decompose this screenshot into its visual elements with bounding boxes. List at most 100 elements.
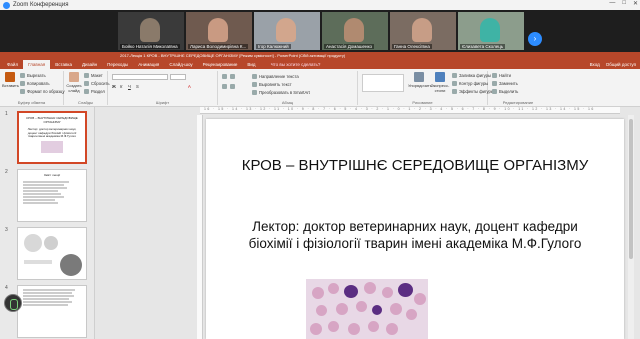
select-button[interactable]: Выделить	[492, 89, 518, 94]
next-page-arrow-icon[interactable]: ›	[528, 32, 542, 46]
tab-transitions[interactable]: Переходы	[102, 60, 133, 69]
section-icon	[84, 89, 89, 94]
italic-button[interactable]: К	[120, 84, 122, 89]
vertical-scrollbar[interactable]	[628, 115, 634, 339]
slide-thumbnail-3[interactable]	[17, 227, 87, 280]
zoom-logo-icon	[3, 1, 10, 9]
paste-button[interactable]: Вставить	[2, 72, 19, 90]
text-direction-icon	[252, 74, 257, 79]
participant-tile[interactable]: Ігор Калюжний	[254, 12, 320, 50]
reset-icon	[84, 81, 89, 86]
bold-button[interactable]: Ж	[112, 84, 116, 89]
zoom-floating-annotation-icon[interactable]	[4, 294, 22, 312]
slide-canvas[interactable]: КРОВ – ВНУТРІШНЄ СЕРЕДОВИЩЕ ОРГАНІЗМУ Ле…	[206, 119, 624, 339]
cut-button[interactable]: Вырезать	[20, 73, 46, 78]
font-size-select[interactable]	[170, 74, 186, 80]
numbering-icon	[230, 74, 235, 79]
align-center-button[interactable]	[230, 84, 235, 89]
slide-subtitle[interactable]: Лектор: доктор ветеринарних наук, доцент…	[246, 219, 584, 252]
copy-button[interactable]: Копировать	[20, 81, 50, 86]
tab-design[interactable]: Дизайн	[77, 60, 102, 69]
new-slide-button[interactable]: Создать слайд	[66, 72, 82, 93]
vertical-ruler	[197, 115, 203, 339]
tab-home[interactable]: Главная	[23, 60, 51, 69]
drawing-group: Упорядочить Экспресс-стили Заливка фигур…	[358, 71, 494, 105]
tab-slideshow[interactable]: Слайд-шоу	[164, 60, 197, 69]
shapes-gallery[interactable]	[362, 74, 404, 92]
tab-review[interactable]: Рецензирование	[198, 60, 243, 69]
shadow-button[interactable]: S	[136, 84, 139, 89]
participant-video	[276, 18, 296, 42]
replace-button[interactable]: Заменить	[492, 81, 518, 86]
slide-thumbnail-2[interactable]: Зміст лекції	[17, 169, 87, 222]
group-label: Редактирование	[502, 100, 534, 105]
align-text-button[interactable]: Выровнять текст	[252, 82, 292, 87]
text-direction-button[interactable]: Направление текста	[252, 74, 299, 79]
shape-fill-button[interactable]: Заливка фигуры	[452, 73, 491, 78]
ppt-titlebar: 2017-Лекція 1 КРОВ - ВНУТРІШНЄ СЕРЕДОВИЩ…	[0, 52, 640, 60]
tab-file[interactable]: Файл	[2, 60, 23, 69]
underline-button[interactable]: Ч	[128, 84, 131, 89]
sign-in-link[interactable]: Вход	[590, 62, 600, 67]
participant-gallery: Бойко Наталія Миколаївна Лариса Володими…	[0, 10, 640, 52]
find-button[interactable]: Найти	[492, 73, 511, 78]
participant-name: Ігор Калюжний	[256, 44, 291, 49]
group-label: Буфер обмена	[17, 100, 46, 105]
minimize-icon[interactable]: —	[609, 0, 615, 7]
participant-tile[interactable]: Лариса Володимирівна К...	[186, 12, 252, 50]
blood-smear-image[interactable]	[306, 279, 428, 339]
bullets-button[interactable]	[222, 74, 227, 79]
participant-tile[interactable]: Єлизавета Сколець	[458, 12, 524, 50]
slide-thumbnail-1[interactable]: КРОВ – ВНУТРІШНЄ СЕРЕДОВИЩЕ ОРГАНІЗМУ Ле…	[17, 111, 87, 164]
thumbnail-subtitle: Лектор: доктор ветеринарних наук, доцент…	[27, 127, 77, 138]
layout-button[interactable]: Макет	[84, 73, 103, 78]
shape-outline-button[interactable]: Контур фигуры	[452, 81, 488, 86]
slide-thumbnail-4[interactable]	[17, 285, 87, 338]
participant-name: Єлизавета Сколець	[460, 44, 506, 49]
scrollbar-thumb[interactable]	[629, 119, 633, 259]
arrange-button[interactable]: Упорядочить	[408, 72, 432, 90]
font-color-button[interactable]: A	[188, 84, 191, 89]
participant-tile[interactable]: Бойко Наталія Миколаївна	[118, 12, 184, 50]
tab-insert[interactable]: Вставка	[50, 60, 77, 69]
paste-icon	[5, 72, 15, 82]
ribbon-tabs: Файл Главная Вставка Дизайн Переходы Ани…	[0, 60, 640, 69]
close-icon[interactable]: ✕	[633, 0, 638, 7]
font-family-select[interactable]	[112, 74, 168, 80]
thumbnail-title: КРОВ – ВНУТРІШНЄ СЕРЕДОВИЩЕ ОРГАНІЗМУ	[26, 116, 78, 124]
format-painter-button[interactable]: Формат по образцу	[20, 89, 65, 94]
group-label: Рисование	[412, 100, 433, 105]
reset-button[interactable]: Сбросить	[84, 81, 110, 86]
maximize-icon[interactable]: □	[622, 0, 626, 7]
slide-title[interactable]: КРОВ – ВНУТРІШНЄ СЕРЕДОВИЩЕ ОРГАНІЗМУ	[216, 157, 614, 175]
paragraph-group: Направление текста Выровнять текст Преоб…	[218, 71, 358, 105]
window-controls: — □ ✕	[609, 0, 638, 7]
participant-tile[interactable]: Анастасія Домашенко	[322, 12, 388, 50]
participant-tile[interactable]: Ганна Олексіївна	[390, 12, 456, 50]
brush-icon	[20, 89, 25, 94]
thumbnail-number: 4	[5, 285, 8, 291]
thumbnail-image	[24, 234, 42, 252]
bullets-icon	[222, 74, 227, 79]
tab-animations[interactable]: Анимация	[133, 60, 164, 69]
tab-view[interactable]: Вид	[242, 60, 260, 69]
thumbnail-image	[41, 140, 63, 153]
smartart-icon	[252, 90, 257, 95]
smartart-button[interactable]: Преобразовать в SmartArt	[252, 90, 310, 95]
align-left-icon	[222, 84, 227, 89]
quick-styles-button[interactable]: Экспресс-стили	[430, 72, 450, 93]
numbering-button[interactable]	[230, 74, 235, 79]
tell-me-search[interactable]: Что вы хотите сделать?	[271, 62, 321, 67]
group-label: Слайды	[78, 100, 93, 105]
scissors-icon	[20, 73, 25, 78]
section-button[interactable]: Раздел	[84, 89, 105, 94]
thumbnail-bullets	[18, 178, 86, 207]
thumbnail-text	[18, 286, 86, 309]
participant-video	[140, 18, 160, 42]
align-left-button[interactable]	[222, 84, 227, 89]
effects-icon	[452, 89, 457, 94]
fill-icon	[452, 73, 457, 78]
replace-icon	[492, 81, 497, 86]
participant-video	[208, 18, 228, 42]
share-button[interactable]: Общий доступ	[606, 62, 636, 67]
